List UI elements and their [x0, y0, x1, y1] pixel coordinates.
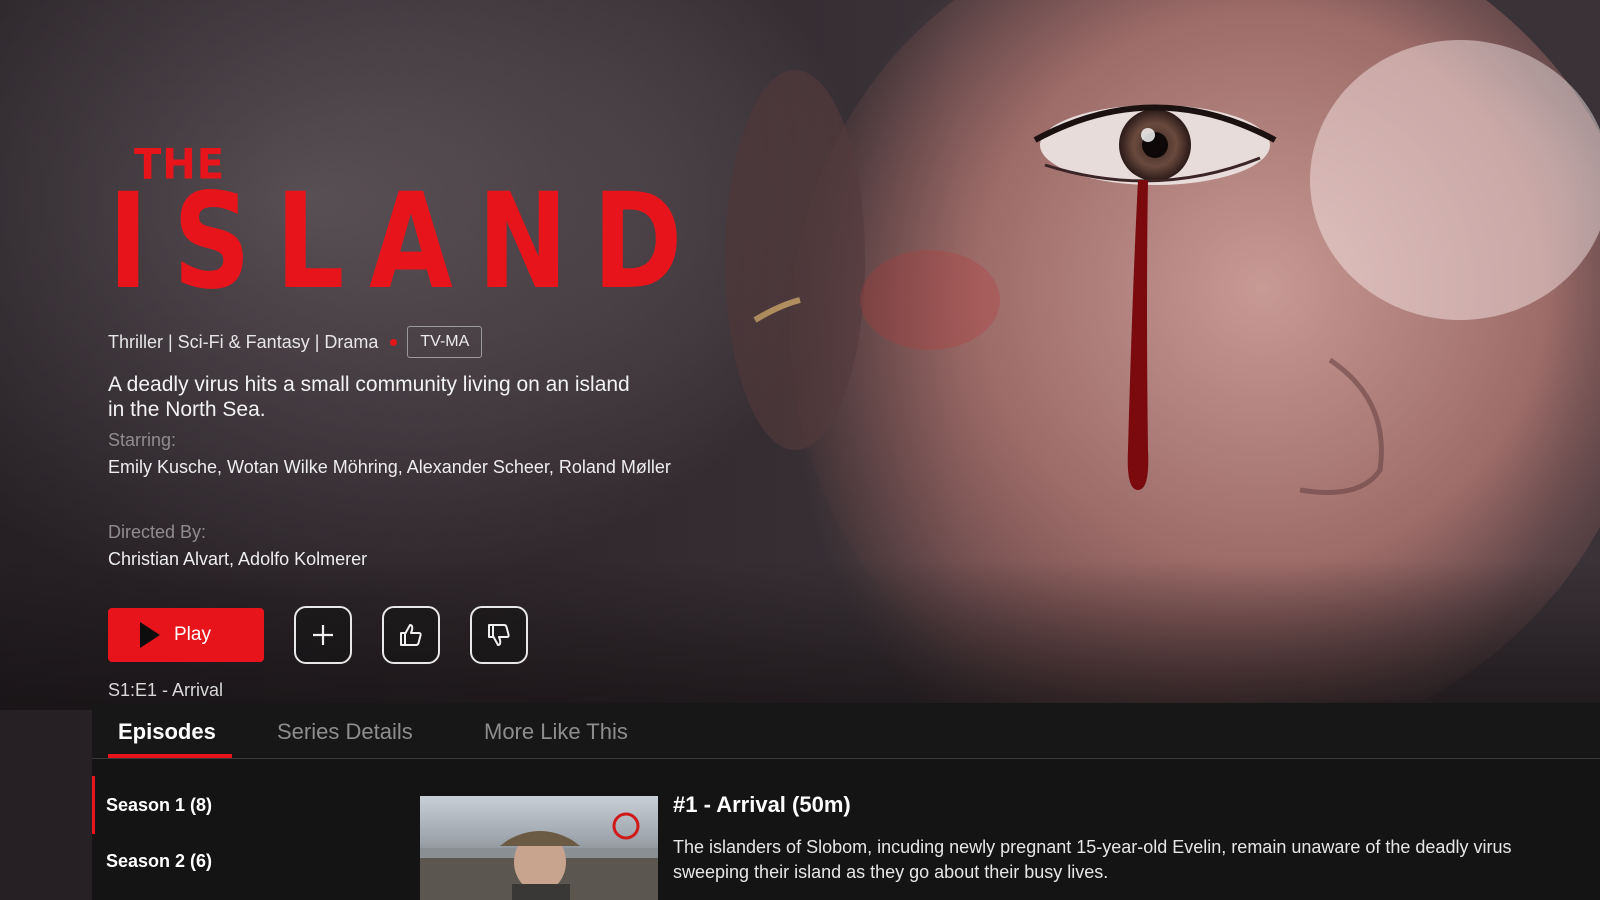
add-to-list-button[interactable]: [294, 606, 352, 664]
thumbs-up-icon: [400, 624, 422, 646]
show-synopsis: A deadly virus hits a small community li…: [108, 373, 630, 421]
tab-episodes[interactable]: Episodes: [118, 719, 216, 745]
maturity-rating-badge: TV-MA: [407, 326, 483, 358]
starring-list: Emily Kusche, Wotan Wilke Möhring, Alexa…: [108, 457, 671, 477]
season-item-2[interactable]: Season 2 (6): [106, 851, 212, 872]
current-episode-caption: S1:E1 - Arrival: [108, 680, 224, 700]
details-tab-bar: Episodes Series Details More Like This: [92, 703, 1600, 759]
selected-season-indicator: [92, 776, 95, 834]
directed-label: Directed By:: [108, 522, 207, 542]
season-item-1[interactable]: Season 1 (8): [106, 795, 212, 816]
directed-list: Christian Alvart, Adolfo Kolmerer: [108, 549, 368, 569]
genre-list: Thriller | Sci-Fi & Fantasy | Drama: [108, 331, 379, 352]
play-icon: [140, 622, 160, 648]
episode-thumbnail[interactable]: [420, 796, 658, 900]
active-tab-indicator: [108, 754, 232, 758]
show-meta-row: Thriller | Sci-Fi & Fantasy | Drama TV-M…: [108, 326, 483, 358]
play-button[interactable]: Play: [108, 608, 264, 662]
thumbs-up-button[interactable]: [382, 606, 440, 664]
thumbs-down-button[interactable]: [470, 606, 528, 664]
starring-label: Starring:: [108, 430, 177, 450]
tab-series-details[interactable]: Series Details: [277, 719, 413, 745]
tab-more-like-this[interactable]: More Like This: [484, 719, 628, 745]
episode-description: The islanders of Slobom, incuding newly …: [673, 837, 1512, 882]
plus-icon: [313, 625, 333, 645]
separator-dot: [390, 338, 398, 346]
episode-title: #1 - Arrival (50m): [673, 792, 851, 817]
thumbs-down-icon: [488, 624, 510, 646]
show-logo-title: ISLAND: [108, 165, 708, 319]
play-button-label: Play: [174, 624, 211, 645]
action-row: Play: [108, 606, 528, 664]
episode-thumbnail-image: [420, 812, 658, 900]
